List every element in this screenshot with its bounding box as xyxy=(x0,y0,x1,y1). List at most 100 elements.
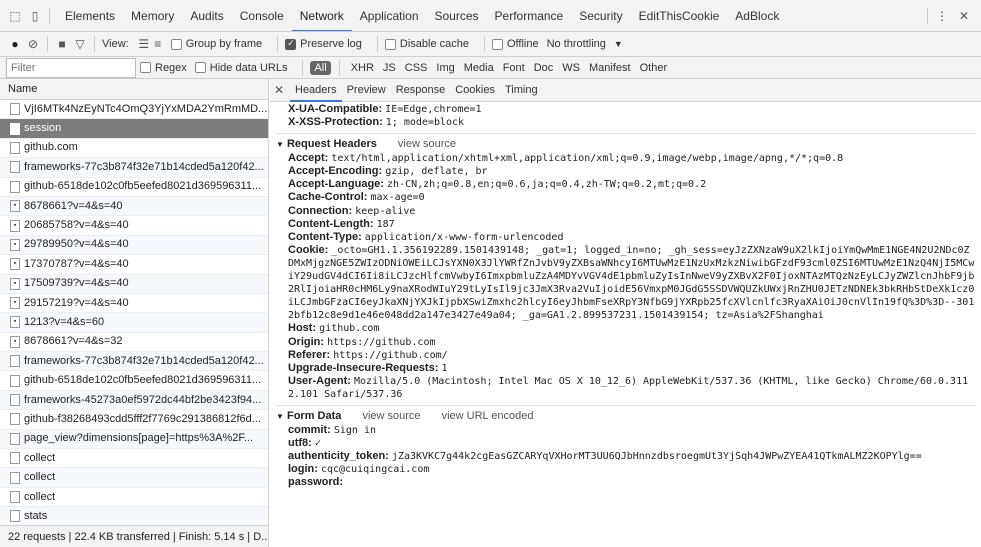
filter-type-media[interactable]: Media xyxy=(460,61,498,75)
regex-checkbox[interactable]: Regex xyxy=(140,62,187,74)
close-icon[interactable]: ✕ xyxy=(957,9,971,23)
request-row[interactable]: frameworks-77c3b874f32e71b14cded5a120f42… xyxy=(0,352,268,372)
tab-application[interactable]: Application xyxy=(352,0,427,31)
filter-type-doc[interactable]: Doc xyxy=(530,61,558,75)
waterfall-icon[interactable]: ≡ xyxy=(151,37,165,51)
detail-tab-response[interactable]: Response xyxy=(391,79,451,102)
header-row: Host: github.com xyxy=(276,322,975,335)
tab-network[interactable]: Network xyxy=(291,0,352,31)
header-value: jZa3KVKC7g44k2cgEasGZCARYqVXHorMT3UU6QJb… xyxy=(391,451,922,463)
request-row[interactable]: ▪ 8678661?v=4&s=40 xyxy=(0,196,268,217)
header-value: text/html,application/xhtml+xml,applicat… xyxy=(331,153,844,165)
request-row[interactable]: ▪ 29789950?v=4&s=40 xyxy=(0,235,268,256)
request-row[interactable]: ▪ 17509739?v=4&s=40 xyxy=(0,274,268,294)
offline-checkbox[interactable]: Offline xyxy=(491,38,539,50)
large-rows-icon[interactable]: ☰ xyxy=(137,37,151,51)
request-list-pane: Name VjI6MTk4NzEyNTc4OmQ3YjYxMDA2YmRmMD.… xyxy=(0,79,269,547)
request-row[interactable]: github-6518de102c0fb5eefed8021d369596311… xyxy=(0,178,268,197)
filter-icon[interactable]: ▽ xyxy=(73,37,87,51)
tab-editthiscookie[interactable]: EditThisCookie xyxy=(631,0,728,31)
camera-icon[interactable]: ■ xyxy=(55,37,69,51)
filter-type-xhr[interactable]: XHR xyxy=(347,61,378,75)
group-by-frame-checkbox[interactable]: Group by frame xyxy=(170,38,262,50)
request-name: session xyxy=(24,122,62,135)
tab-sources[interactable]: Sources xyxy=(427,0,487,31)
document-file-icon xyxy=(10,161,20,174)
request-name: frameworks-77c3b874f32e71b14cded5a120f42… xyxy=(24,160,264,173)
request-row[interactable]: VjI6MTk4NzEyNTc4OmQ3YjYxMDA2YmRmMD... xyxy=(0,100,268,120)
filter-type-ws[interactable]: WS xyxy=(558,61,584,75)
detail-tab-preview[interactable]: Preview xyxy=(342,79,391,102)
detail-tab-headers[interactable]: Headers xyxy=(290,79,342,102)
filter-type-css[interactable]: CSS xyxy=(401,61,432,75)
filter-type-manifest[interactable]: Manifest xyxy=(585,61,635,75)
disclosure-triangle-icon: ▼ xyxy=(276,411,284,421)
filter-type-all[interactable]: All xyxy=(310,60,331,75)
filter-input[interactable] xyxy=(6,57,136,78)
request-name: collect xyxy=(24,490,56,503)
tab-adblock[interactable]: AdBlock xyxy=(727,0,787,31)
request-name: VjI6MTk4NzEyNTc4OmQ3YjYxMDA2YmRmMD... xyxy=(24,102,268,115)
view-url-encoded-link[interactable]: view URL encoded xyxy=(442,410,534,422)
tab-security[interactable]: Security xyxy=(571,0,630,31)
name-column-header[interactable]: Name xyxy=(0,79,268,100)
request-headers-section-title[interactable]: ▼ Request Headers view source xyxy=(276,133,975,152)
document-file-icon xyxy=(10,413,20,426)
request-name: github-f38268493cdd5fff2f7769c291386812f… xyxy=(24,412,261,425)
filter-type-font[interactable]: Font xyxy=(499,61,529,75)
request-row[interactable]: frameworks-45273a0ef5972dc44bf2be3423f94… xyxy=(0,390,268,411)
document-file-icon xyxy=(10,491,20,503)
request-row[interactable]: github-f38268493cdd5fff2f7769c291386812f… xyxy=(0,410,268,430)
request-row[interactable]: ▪ 29157219?v=4&s=40 xyxy=(0,294,268,314)
detail-tab-timing[interactable]: Timing xyxy=(500,79,543,102)
clear-icon[interactable]: ⊘ xyxy=(26,37,40,51)
request-name: 8678661?v=4&s=40 xyxy=(24,199,123,212)
document-file-icon xyxy=(10,103,20,116)
inspect-element-icon[interactable]: ⬚ xyxy=(8,9,22,23)
form-data-section-title[interactable]: ▼ Form Data view source view URL encoded xyxy=(276,404,975,424)
header-row: Content-Length: 187 xyxy=(276,218,975,231)
device-toolbar-icon[interactable]: ▯ xyxy=(28,9,42,23)
filter-type-img[interactable]: Img xyxy=(432,61,458,75)
header-key: Host: xyxy=(288,322,317,335)
request-row[interactable]: ▪ 20685758?v=4&s=40 xyxy=(0,216,268,236)
request-row[interactable]: collect xyxy=(0,468,268,488)
tab-memory[interactable]: Memory xyxy=(123,0,182,31)
hide-data-urls-checkbox[interactable]: Hide data URLs xyxy=(194,62,287,74)
filter-type-js[interactable]: JS xyxy=(379,61,400,75)
disable-cache-checkbox[interactable]: Disable cache xyxy=(384,38,469,50)
view-source-link[interactable]: view source xyxy=(398,138,456,150)
tab-audits[interactable]: Audits xyxy=(182,0,231,31)
request-row[interactable]: page_view?dimensions[page]=https%3A%2F..… xyxy=(0,429,268,450)
header-value: ✓ xyxy=(314,438,321,450)
tab-console[interactable]: Console xyxy=(232,0,292,31)
document-file-icon xyxy=(10,141,20,154)
record-icon[interactable]: ● xyxy=(8,37,22,51)
request-row[interactable]: collect xyxy=(0,449,268,469)
request-row[interactable]: github-6518de102c0fb5eefed8021d369596311… xyxy=(0,371,268,391)
tab-elements[interactable]: Elements xyxy=(57,0,123,31)
checkbox-box xyxy=(140,62,151,73)
request-row[interactable]: ▪ 8678661?v=4&s=32 xyxy=(0,333,268,353)
throttling-select[interactable]: No throttling ▼ xyxy=(547,38,623,50)
detail-tab-cookies[interactable]: Cookies xyxy=(450,79,500,102)
disable-cache-label: Disable cache xyxy=(399,38,469,50)
request-row[interactable]: session xyxy=(0,119,268,139)
request-name: github-6518de102c0fb5eefed8021d369596311… xyxy=(24,374,262,387)
view-source-link[interactable]: view source xyxy=(362,410,420,422)
request-row[interactable]: github.com xyxy=(0,139,268,159)
request-row[interactable]: ▪ 17370787?v=4&s=40 xyxy=(0,255,268,275)
request-row[interactable]: frameworks-77c3b874f32e71b14cded5a120f42… xyxy=(0,158,268,178)
header-value: 1 xyxy=(441,362,448,374)
request-row[interactable]: stats xyxy=(0,507,268,527)
kebab-icon[interactable]: ⋮ xyxy=(935,9,949,23)
header-key: Origin: xyxy=(288,335,325,348)
request-row[interactable]: collect xyxy=(0,488,268,508)
filter-type-other[interactable]: Other xyxy=(636,61,672,75)
tab-performance[interactable]: Performance xyxy=(487,0,572,31)
close-icon[interactable]: ✕ xyxy=(272,83,286,97)
preserve-log-checkbox[interactable]: Preserve log xyxy=(285,38,362,50)
tab-list: Elements Memory Audits Console Network Applic… xyxy=(57,0,787,31)
form-data-list: commit: Sign in utf8: ✓ authenticity_token… xyxy=(276,424,975,489)
request-row[interactable]: ▪ 1213?v=4&s=60 xyxy=(0,313,268,333)
